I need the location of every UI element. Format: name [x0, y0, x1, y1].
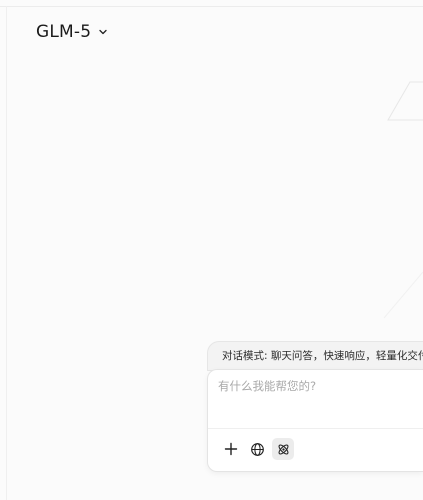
composer-divider: [208, 428, 423, 429]
chat-page: GLM-5 对话模式: 聊天问答，快速响应，轻量化交付: [0, 0, 423, 500]
deep-think-button[interactable]: [272, 438, 294, 460]
model-selector[interactable]: GLM-5: [36, 19, 109, 45]
mode-hint-bar: 对话模式: 聊天问答，快速响应，轻量化交付: [207, 341, 423, 371]
chevron-down-icon: [99, 29, 107, 35]
add-attachment-button[interactable]: [220, 438, 242, 460]
sidebar-divider: [6, 6, 7, 500]
atom-icon: [278, 444, 288, 454]
mode-hint-text: 对话模式: 聊天问答，快速响应，轻量化交付: [222, 350, 423, 362]
globe-icon: [250, 442, 264, 456]
plus-icon: [224, 442, 238, 456]
top-divider: [0, 6, 423, 7]
chat-input[interactable]: [218, 378, 418, 418]
composer-card: [207, 369, 423, 472]
model-name: GLM-5: [36, 22, 92, 42]
web-search-button[interactable]: [246, 438, 268, 460]
